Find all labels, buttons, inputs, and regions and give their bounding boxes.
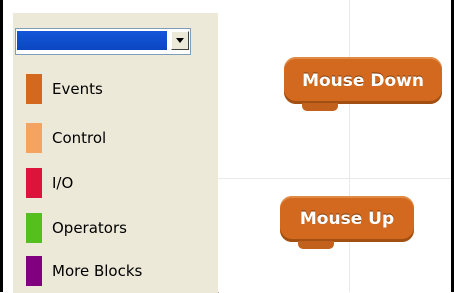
io-color-swatch [26, 168, 42, 198]
control-color-swatch [26, 123, 42, 153]
mouse-up-block[interactable]: Mouse Up [280, 196, 414, 249]
grid-line-vertical [349, 0, 350, 292]
dropdown-arrow-button[interactable] [171, 31, 189, 50]
category-label: Control [52, 129, 107, 147]
category-operators[interactable]: Operators [26, 213, 127, 243]
category-label: Operators [52, 219, 127, 237]
category-events[interactable]: Events [26, 74, 103, 104]
scripts-canvas[interactable] [218, 0, 451, 292]
category-label: More Blocks [52, 262, 143, 280]
dropdown-selected-value[interactable] [17, 31, 167, 50]
category-control[interactable]: Control [26, 123, 106, 153]
more-blocks-color-swatch [26, 256, 42, 286]
category-io[interactable]: I/O [26, 168, 73, 198]
mouse-down-block[interactable]: Mouse Down [284, 57, 442, 111]
palette-gap [3, 0, 12, 292]
chevron-down-icon [176, 38, 184, 43]
category-label: I/O [52, 174, 74, 192]
operators-color-swatch [26, 213, 42, 243]
category-label: Events [52, 80, 103, 98]
category-dropdown[interactable] [15, 28, 191, 55]
category-more-blocks[interactable]: More Blocks [26, 256, 142, 286]
grid-line-horizontal [218, 178, 451, 179]
events-color-swatch [26, 74, 42, 104]
